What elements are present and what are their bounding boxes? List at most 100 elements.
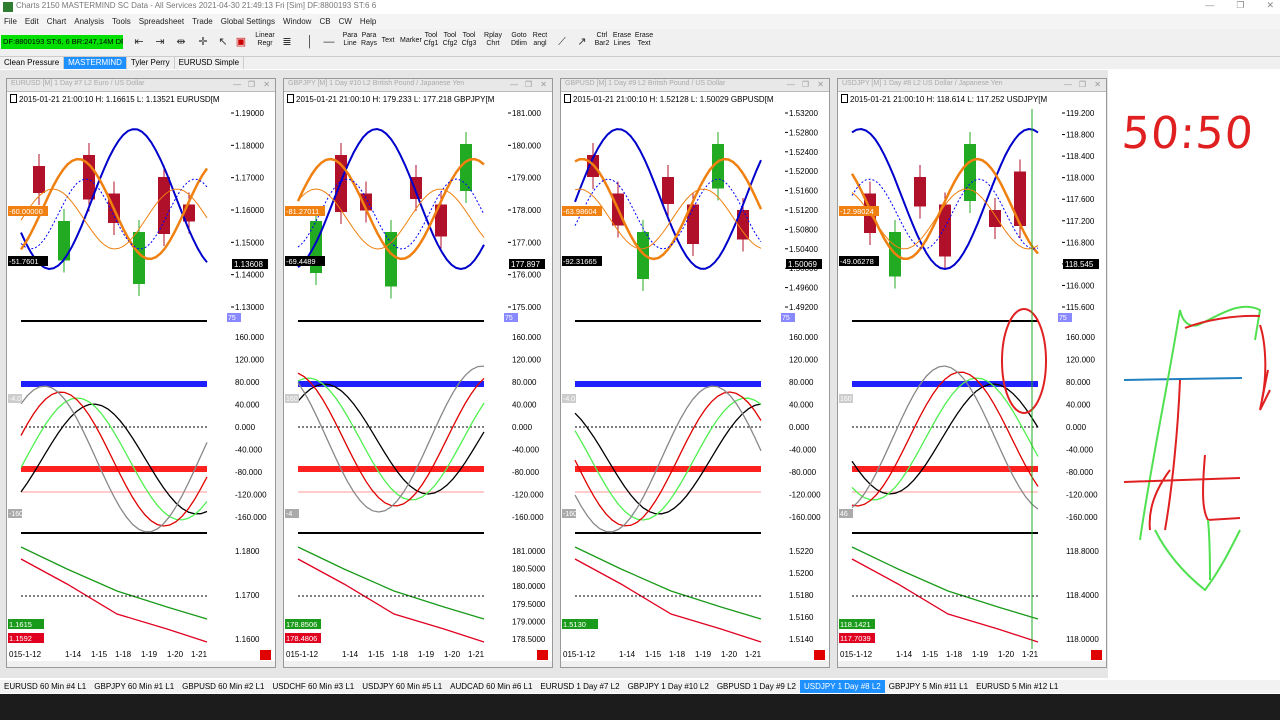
menu-analysis[interactable]: Analysis	[70, 17, 108, 26]
osc-tick-label: 120.000	[789, 356, 818, 365]
vertical-line-icon[interactable]: │	[303, 35, 317, 49]
price-tick-label: 1.14000	[235, 271, 264, 280]
trade-indicator-icon[interactable]	[814, 650, 825, 660]
annotation-area: 50:50	[1110, 70, 1280, 680]
osc-tag-label: 75	[228, 315, 236, 322]
date-label: 1-18	[946, 650, 963, 659]
date-label: 1-15	[922, 650, 939, 659]
chart-panel-gbpjpy[interactable]: GBPJPY [M] 1 Day #10 L2 British Pound / …	[283, 78, 553, 668]
bar-zoom-icon[interactable]: ⇤	[132, 35, 146, 49]
oscillator-line	[574, 391, 762, 527]
tool-cfg3[interactable]: Tool Cfg3	[460, 32, 478, 48]
chart-tab[interactable]: GBPUSD 1 Day #9 L2	[713, 680, 800, 693]
tool-goto-dtlim[interactable]: Goto Dtlim	[508, 32, 530, 48]
price-tag-label: -49.06278	[840, 257, 874, 266]
tool-text[interactable]: Text	[380, 37, 396, 45]
menu-file[interactable]: File	[0, 17, 21, 26]
fib-icon[interactable]: ≣	[280, 35, 294, 49]
lower-tick-label: 179.5000	[512, 600, 546, 609]
chartbook-tab-mastermind[interactable]: MASTERMIND	[64, 57, 127, 69]
horizontal-scrollbar[interactable]	[838, 661, 1106, 667]
price-tag-label: -63.98604	[563, 207, 597, 216]
chart-tab[interactable]: USDCHF 60 Min #3 L1	[268, 680, 358, 693]
chart-tab[interactable]: EURUSD 1 Day #7 L2	[536, 680, 623, 693]
date-label: 1-18	[115, 650, 132, 659]
lower-tick-label: 1.1700	[235, 591, 260, 600]
lower-tick-label: 118.4000	[1066, 591, 1099, 600]
osc-tick-label: -160.000	[512, 513, 544, 522]
tool-erase-lines[interactable]: Erase Lines	[612, 32, 632, 48]
price-tag-label: -92.31665	[563, 257, 597, 266]
tool-para-line[interactable]: Para Line	[341, 32, 359, 48]
lower-red-line	[20, 558, 208, 643]
chartbook-tab-clean-pressure[interactable]: Clean Pressure	[0, 57, 65, 69]
menu-help[interactable]: Help	[356, 17, 380, 26]
date-label: 1-21	[745, 650, 762, 659]
menu-cw[interactable]: CW	[335, 17, 356, 26]
chart-tab[interactable]: GBPUSD 60 Min #2 L1	[178, 680, 268, 693]
chart-tab[interactable]: GBPJPY 5 Min #11 L1	[885, 680, 972, 693]
restore-button[interactable]: ❐	[1236, 0, 1244, 11]
lower-tick-label: 181.0000	[512, 547, 546, 556]
date-label: 1-21	[1022, 650, 1039, 659]
chart-icon[interactable]: ▣	[234, 35, 248, 49]
menu-tools[interactable]: Tools	[108, 17, 135, 26]
tool-ctrl-bar2[interactable]: Ctrl Bar2	[594, 32, 610, 48]
trade-indicator-icon[interactable]	[260, 650, 271, 660]
menu-global-settings[interactable]: Global Settings	[217, 17, 279, 26]
osc-tag-label: -4	[286, 511, 292, 518]
draw-line-icon[interactable]: ⟋	[555, 35, 569, 49]
scroll-left-icon[interactable]: ⇥	[153, 35, 167, 49]
menu-chart[interactable]: Chart	[43, 17, 71, 26]
minimize-button[interactable]: —	[1205, 0, 1214, 11]
tool-cfg1[interactable]: Tool Cfg1	[422, 32, 440, 48]
price-tick-label: 175.000	[512, 303, 541, 312]
menu-trade[interactable]: Trade	[188, 17, 217, 26]
horizontal-scrollbar[interactable]	[7, 661, 275, 667]
tool-para-rays[interactable]: Para Rays	[360, 32, 378, 48]
chart-tab[interactable]: EURUSD 60 Min #4 L1	[0, 680, 90, 693]
tool-erase-text[interactable]: Erase Text	[634, 32, 654, 48]
osc-tick-label: 120.000	[1066, 356, 1095, 365]
tool-linear-regr[interactable]: Linear Regr	[254, 32, 276, 48]
chartbook-tab-tyler-perry[interactable]: Tyler Perry	[127, 57, 175, 69]
close-button[interactable]: ✕	[1266, 0, 1274, 11]
tool-rect-angl[interactable]: Rect angl	[532, 32, 548, 48]
chart-tab[interactable]: GBPJPY 1 Day #10 L2	[624, 680, 713, 693]
horizontal-line-icon[interactable]: —	[322, 35, 336, 49]
trade-indicator-icon[interactable]	[1091, 650, 1102, 660]
chartbook-tab-eurusd-simple[interactable]: EURUSD Simple	[175, 57, 245, 69]
menu-spreadsheet[interactable]: Spreadsheet	[135, 17, 188, 26]
osc-tick-label: -40.000	[1066, 446, 1094, 455]
horizontal-scrollbar[interactable]	[284, 661, 552, 667]
osc-tick-label: 0.000	[789, 423, 810, 432]
tool-rplay-chrt[interactable]: Rplay Chrt	[483, 32, 503, 48]
chart-panel-eurusd[interactable]: EURUSD [M] 1 Day #7 L2 Euro / US Dollar —…	[6, 78, 276, 668]
chart-tab[interactable]: GBPJPY 60 Min #1 L1	[90, 680, 178, 693]
arrow-tool-icon[interactable]: ↗	[575, 35, 589, 49]
window-title: Charts 2150 MASTERMIND SC Data - All Ser…	[16, 1, 377, 10]
chart-tab[interactable]: AUDCAD 60 Min #6 L1	[446, 680, 536, 693]
chart-tab[interactable]: EURUSD 5 Min #12 L1	[972, 680, 1062, 693]
tool-marker[interactable]: Marker	[400, 37, 422, 45]
chart-panel-usdjpy[interactable]: USDJPY [M] 1 Day #8 L2 US Dollar / Japan…	[837, 78, 1107, 668]
scroll-right-icon[interactable]: ⇹	[174, 35, 188, 49]
oscillator-line	[297, 372, 485, 507]
menu-edit[interactable]: Edit	[21, 17, 43, 26]
osc-tick-label: 160.000	[512, 333, 541, 342]
trade-indicator-icon[interactable]	[537, 650, 548, 660]
chart-panel-gbpusd[interactable]: GBPUSD [M] 1 Day #9 L2 British Pound / U…	[560, 78, 830, 668]
lower-tick-label: 178.5000	[512, 635, 546, 644]
price-tick-label: 1.50800	[789, 225, 818, 234]
menu-bar: File Edit Chart Analysis Tools Spreadshe…	[0, 14, 1280, 29]
chart-tab[interactable]: USDJPY 60 Min #5 L1	[358, 680, 446, 693]
price-tick-label: 118.000	[1066, 174, 1095, 183]
chart-tab-active[interactable]: USDJPY 1 Day #8 L2	[799, 680, 885, 693]
menu-window[interactable]: Window	[279, 17, 315, 26]
pointer-icon[interactable]: ↖	[216, 35, 230, 49]
crosshair-icon[interactable]: ✛	[196, 35, 210, 49]
menu-cb[interactable]: CB	[315, 17, 334, 26]
horizontal-scrollbar[interactable]	[561, 661, 829, 667]
price-tick-label: 1.52400	[789, 148, 818, 157]
tool-cfg2[interactable]: Tool Cfg2	[441, 32, 459, 48]
